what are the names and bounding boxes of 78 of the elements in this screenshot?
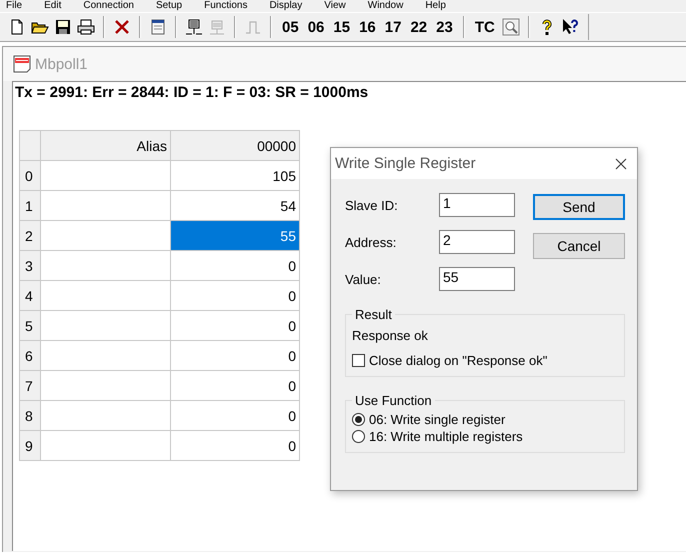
row-header[interactable]: 3 <box>20 250 40 280</box>
menu-item[interactable]: Help <box>425 0 446 12</box>
menu-item[interactable]: File <box>6 0 22 12</box>
value-cell[interactable]: 0 <box>170 430 300 460</box>
function-button[interactable]: 06 <box>306 18 326 36</box>
function-button[interactable]: 05 <box>280 18 301 36</box>
function-button[interactable]: 15 <box>331 18 352 36</box>
radio-button[interactable] <box>352 430 365 443</box>
function-button[interactable]: 16 <box>357 18 378 36</box>
value-cell[interactable]: 105 <box>170 160 300 190</box>
alias-cell[interactable] <box>40 220 170 250</box>
menu-item[interactable]: View <box>324 0 346 12</box>
field-label: Slave ID: <box>345 198 399 212</box>
save-icon[interactable] <box>54 18 72 36</box>
checkbox[interactable] <box>352 354 365 367</box>
row-header[interactable]: 5 <box>20 310 40 340</box>
dialog-button[interactable]: Cancel <box>533 233 625 259</box>
value-cell[interactable]: 0 <box>170 310 300 340</box>
column-header[interactable]: 00000 <box>170 130 300 160</box>
alias-cell[interactable] <box>40 280 170 310</box>
alias-cell[interactable] <box>40 430 170 460</box>
value-cell[interactable]: 0 <box>170 280 300 310</box>
row-header[interactable]: 6 <box>20 340 40 370</box>
row-header[interactable]: 4 <box>20 280 40 310</box>
alias-cell[interactable] <box>40 310 170 340</box>
pointer-help-icon[interactable] <box>560 18 579 36</box>
tc-button[interactable]: TC <box>472 18 497 36</box>
radio-label[interactable]: 06: Write single register <box>369 412 506 427</box>
menu-item[interactable]: Functions <box>204 0 248 12</box>
function-button[interactable]: 23 <box>434 18 455 36</box>
result-message: Response ok <box>352 327 429 345</box>
alias-cell[interactable] <box>40 370 170 400</box>
menu-item[interactable]: Setup <box>156 0 182 12</box>
magnifier-icon[interactable] <box>502 18 520 36</box>
alias-cell[interactable] <box>40 340 170 370</box>
row-header[interactable]: 7 <box>20 370 40 400</box>
row-header[interactable]: 0 <box>20 160 40 190</box>
field-label: Address: <box>345 234 398 250</box>
menu-item[interactable]: Display <box>269 0 302 12</box>
dialog-button[interactable]: Send <box>533 194 625 220</box>
window-title: Mbpoll1 <box>35 56 88 72</box>
row-header[interactable]: 9 <box>20 430 40 460</box>
window-icon[interactable] <box>149 18 167 36</box>
input-field[interactable]: 1 <box>439 193 515 217</box>
value-cell[interactable]: 0 <box>170 400 300 430</box>
document-icon <box>13 55 31 73</box>
radio-button[interactable] <box>352 413 365 426</box>
group-title: Use Function <box>354 393 433 408</box>
row-header[interactable]: 2 <box>20 220 40 250</box>
function-button[interactable]: 17 <box>382 18 404 36</box>
corner-cell <box>20 130 40 160</box>
alias-cell[interactable] <box>40 160 170 190</box>
radio-label[interactable]: 16: Write multiple registers <box>369 429 523 444</box>
menu-item[interactable]: Edit <box>44 0 62 12</box>
input-field[interactable]: 55 <box>439 267 515 291</box>
row-header[interactable]: 8 <box>20 400 40 430</box>
row-header[interactable]: 1 <box>20 190 40 220</box>
menu-item[interactable]: Connection <box>83 0 134 12</box>
checkbox-label[interactable]: Close dialog on "Response ok" <box>369 353 548 368</box>
status-text: Tx = 2991: Err = 2844: ID = 1: F = 03: SR = 1000ms <box>14 83 370 103</box>
menu-item[interactable]: Window <box>368 0 404 12</box>
alias-cell[interactable] <box>40 400 170 430</box>
group-title: Result <box>354 307 393 322</box>
computer-icon[interactable] <box>185 18 203 36</box>
function-button[interactable]: 22 <box>408 18 430 36</box>
close-icon[interactable] <box>615 158 627 170</box>
alias-cell[interactable] <box>40 250 170 280</box>
dialog-title: Write Single Register <box>335 155 476 172</box>
value-cell[interactable]: 0 <box>170 250 300 280</box>
column-header[interactable]: Alias <box>40 130 170 160</box>
field-label: Value: <box>345 272 382 286</box>
alias-cell[interactable] <box>40 190 170 220</box>
close-icon[interactable] <box>113 18 131 36</box>
value-cell[interactable]: 0 <box>170 340 300 370</box>
value-cell[interactable]: 0 <box>170 370 300 400</box>
printer-icon[interactable] <box>77 18 95 36</box>
input-field[interactable]: 2 <box>439 230 515 254</box>
value-cell[interactable]: 55 <box>170 220 300 250</box>
